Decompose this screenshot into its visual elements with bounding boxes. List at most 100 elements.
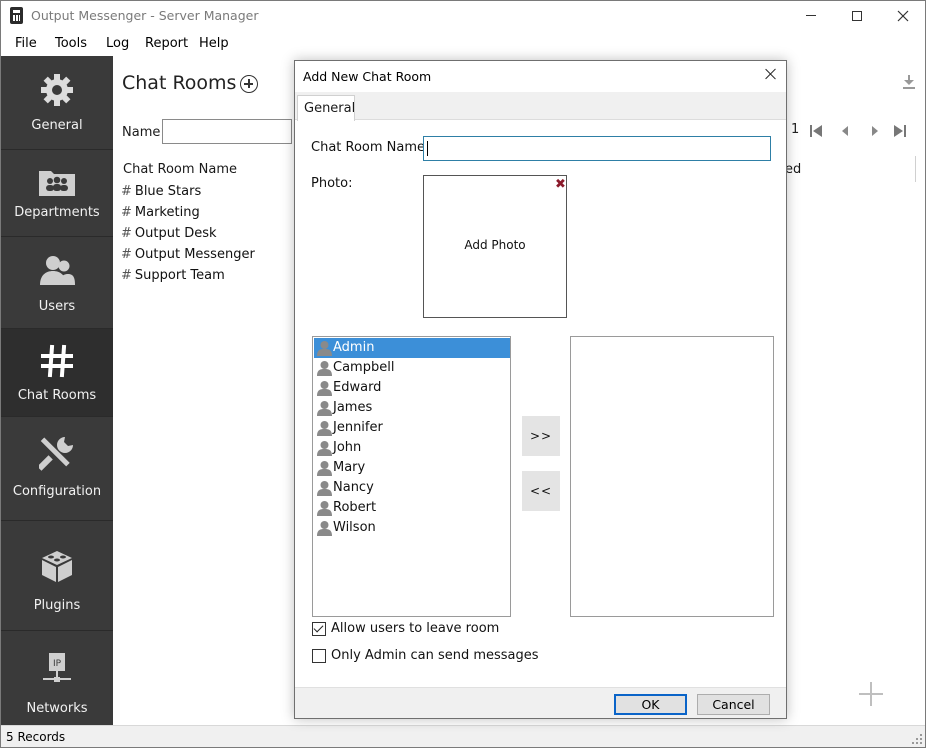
maximize-icon	[852, 10, 862, 21]
list-item[interactable]: Wilson	[314, 518, 510, 538]
column-header-chat-room-name[interactable]: Chat Room Name	[123, 162, 237, 177]
user-icon	[317, 461, 332, 476]
ok-button[interactable]: OK	[614, 694, 687, 715]
list-item[interactable]: Edward	[314, 378, 510, 398]
sidebar-item-label: Chat Rooms	[17, 388, 97, 403]
hash-icon: #	[121, 268, 132, 283]
list-item[interactable]: John	[314, 438, 510, 458]
add-icon[interactable]	[859, 682, 883, 706]
hash-icon: #	[121, 226, 132, 241]
sidebar-item-networks[interactable]: IP Networks	[1, 631, 113, 725]
page-number: 1	[791, 122, 800, 137]
add-chat-room-dialog: Add New Chat Room General Chat Room Name…	[294, 60, 787, 719]
hash-icon: #	[121, 247, 132, 262]
column-divider	[915, 156, 916, 182]
remove-members-button[interactable]: <<	[522, 471, 560, 511]
dialog-close-icon[interactable]	[763, 66, 779, 82]
page-title: Chat Rooms	[122, 72, 237, 94]
list-item[interactable]: Jennifer	[314, 418, 510, 438]
previous-page-icon[interactable]	[841, 126, 849, 136]
gear-icon	[37, 70, 77, 110]
list-item[interactable]: Campbell	[314, 358, 510, 378]
menu-bar: File Tools Log Report Help	[0, 31, 926, 56]
close-window-button[interactable]	[880, 0, 926, 31]
column-header-partial: ed	[785, 162, 802, 177]
list-item[interactable]: # Output Messenger	[121, 247, 255, 262]
sidebar-item-general[interactable]: General	[1, 56, 113, 150]
list-item[interactable]: Nancy	[314, 478, 510, 498]
menu-report[interactable]: Report	[145, 36, 188, 51]
sidebar-item-label: Configuration	[12, 484, 102, 499]
add-photo-label[interactable]: Add Photo	[424, 238, 566, 252]
name-filter-label: Name	[122, 125, 161, 140]
list-item[interactable]: Admin	[314, 338, 510, 358]
resize-grip-icon[interactable]	[912, 734, 923, 745]
dialog-footer: OK Cancel	[295, 687, 786, 718]
sidebar-item-label: Departments	[14, 205, 100, 220]
last-page-icon[interactable]	[893, 125, 907, 137]
user-icon	[317, 381, 332, 396]
remove-photo-icon[interactable]: ✖	[555, 177, 566, 192]
list-item[interactable]: Robert	[314, 498, 510, 518]
admin-only-label[interactable]: Only Admin can send messages	[331, 648, 539, 663]
next-page-icon[interactable]	[871, 126, 879, 136]
user-icon	[317, 441, 332, 456]
minimize-icon	[806, 15, 816, 16]
list-item[interactable]: # Support Team	[121, 268, 225, 283]
cancel-button[interactable]: Cancel	[697, 694, 770, 715]
sidebar-item-label: Networks	[26, 701, 88, 716]
status-bar: 5 Records	[1, 725, 925, 747]
plugins-icon	[37, 545, 77, 585]
sidebar-item-plugins[interactable]: Plugins	[1, 521, 113, 631]
user-icon	[317, 341, 332, 356]
photo-box[interactable]: ✖ Add Photo	[423, 175, 567, 318]
room-name-input[interactable]	[423, 136, 771, 161]
sidebar-item-departments[interactable]: Departments	[1, 150, 113, 237]
hash-icon	[37, 341, 77, 381]
menu-help[interactable]: Help	[199, 36, 229, 51]
hash-icon: #	[121, 184, 132, 199]
user-icon	[317, 421, 332, 436]
add-members-button[interactable]: >>	[522, 416, 560, 456]
menu-tools[interactable]: Tools	[55, 36, 87, 51]
sidebar-item-configuration[interactable]: Configuration	[1, 417, 113, 521]
user-icon	[317, 521, 332, 536]
menu-file[interactable]: File	[15, 36, 37, 51]
tab-strip	[295, 92, 786, 120]
list-item[interactable]: # Marketing	[121, 205, 200, 220]
allow-leave-checkbox[interactable]	[312, 622, 326, 636]
sidebar-item-chat-rooms[interactable]: Chat Rooms	[1, 329, 113, 417]
tab-general[interactable]: General	[297, 95, 355, 121]
download-icon[interactable]	[903, 75, 915, 89]
sidebar-item-label: Plugins	[33, 598, 81, 613]
list-item[interactable]: James	[314, 398, 510, 418]
room-name-label: Chat Room Name	[311, 140, 426, 155]
list-item[interactable]: Mary	[314, 458, 510, 478]
text-caret	[427, 141, 428, 156]
close-icon	[897, 10, 909, 21]
first-page-icon[interactable]	[809, 125, 823, 137]
hash-icon: #	[121, 205, 132, 220]
user-icon	[317, 481, 332, 496]
window-title: Output Messenger - Server Manager	[31, 8, 259, 23]
name-filter-input[interactable]	[162, 119, 292, 144]
user-icon	[317, 501, 332, 516]
selected-members-list[interactable]	[570, 336, 774, 617]
sidebar-item-users[interactable]: Users	[1, 237, 113, 329]
menu-log[interactable]: Log	[106, 36, 129, 51]
maximize-button[interactable]	[834, 0, 880, 31]
user-icon	[317, 361, 332, 376]
admin-only-checkbox[interactable]	[312, 649, 326, 663]
minimize-button[interactable]	[788, 0, 834, 31]
available-users-list[interactable]: Admin Campbell Edward James Jennifer Joh…	[312, 336, 511, 617]
add-chat-room-icon[interactable]	[240, 75, 258, 93]
allow-leave-label[interactable]: Allow users to leave room	[331, 621, 499, 636]
sidebar: General Departments Users Chat Rooms Con…	[1, 56, 113, 725]
svg-text:IP: IP	[53, 659, 62, 669]
network-icon: IP	[37, 649, 77, 689]
list-item[interactable]: # Output Desk	[121, 226, 217, 241]
list-item[interactable]: # Blue Stars	[121, 184, 201, 199]
dialog-title: Add New Chat Room	[303, 69, 432, 84]
sidebar-item-label: Users	[38, 299, 76, 314]
sidebar-item-label: General	[31, 118, 83, 133]
